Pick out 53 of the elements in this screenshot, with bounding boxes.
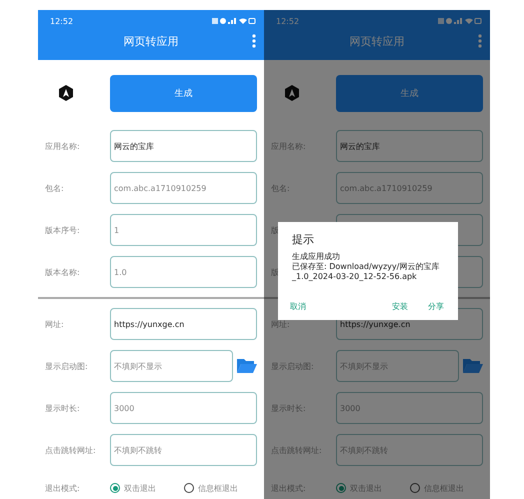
generate-button[interactable]: 生成: [336, 75, 483, 112]
dialog-button[interactable]: 取消: [282, 299, 314, 314]
app-logo-icon: [58, 84, 74, 102]
input-field[interactable]: com.abc.a1710910259: [336, 172, 483, 204]
input-field[interactable]: 1: [110, 214, 257, 246]
field-label: 退出模式:: [271, 482, 306, 494]
radio-option[interactable]: 双击退出: [336, 482, 382, 494]
field-label: 网址:: [271, 318, 290, 330]
status-time: 12:52: [276, 16, 300, 26]
dialog-title: 提示: [292, 232, 315, 247]
field-label: 版: [271, 224, 279, 236]
input-field[interactable]: 不填则不跳转: [110, 434, 257, 466]
input-field[interactable]: https://yunxge.cn: [110, 308, 257, 340]
field-label: 应用名称:: [45, 140, 80, 152]
status-icons: [212, 17, 256, 25]
field-label: 网址:: [45, 318, 64, 330]
more-menu-icon[interactable]: [252, 34, 256, 48]
app-title: 网页转应用: [350, 34, 404, 48]
field-label: 应用名称:: [271, 140, 306, 152]
radio-option[interactable]: 信息框退出: [410, 482, 464, 494]
radio-option[interactable]: 双击退出: [110, 482, 156, 494]
app-title: 网页转应用: [124, 34, 178, 48]
input-field[interactable]: 3000: [110, 392, 257, 424]
field-label: 版: [271, 266, 279, 278]
more-menu-icon[interactable]: [478, 34, 482, 48]
folder-icon[interactable]: [237, 358, 257, 374]
input-field[interactable]: 网云的宝库: [110, 130, 257, 162]
input-field[interactable]: 3000: [336, 392, 483, 424]
folder-icon[interactable]: [463, 358, 483, 374]
app-logo-icon: [284, 84, 300, 102]
dialog-message: 已保存至: Download/wyzyy/网云的宝库_1.0_2024-03-20_12-52-56.apk: [292, 262, 440, 282]
input-field[interactable]: 网云的宝库: [336, 130, 483, 162]
field-label: 显示时长:: [271, 402, 306, 414]
field-label: 版本名称:: [45, 266, 80, 278]
input-field[interactable]: 不填则不跳转: [336, 434, 483, 466]
generate-button[interactable]: 生成: [110, 75, 257, 112]
field-label: 包名:: [45, 182, 64, 194]
field-label: 点击跳转网址:: [45, 444, 96, 456]
field-label: 点击跳转网址:: [271, 444, 322, 456]
radio-option[interactable]: 信息框退出: [184, 482, 238, 494]
dialog-message: 生成应用成功: [292, 252, 341, 262]
input-field[interactable]: com.abc.a1710910259: [110, 172, 257, 204]
field-label: 显示启动图:: [271, 360, 314, 372]
status-time: 12:52: [50, 16, 74, 26]
field-label: 显示启动图:: [45, 360, 88, 372]
field-label: 包名:: [271, 182, 290, 194]
input-field[interactable]: 不填则不显示: [110, 350, 233, 382]
input-field[interactable]: 1.0: [110, 256, 257, 288]
status-icons: [438, 17, 482, 25]
field-label: 显示时长:: [45, 402, 80, 414]
field-label: 退出模式:: [45, 482, 80, 494]
input-field[interactable]: 不填则不显示: [336, 350, 459, 382]
field-label: 版本序号:: [45, 224, 80, 236]
